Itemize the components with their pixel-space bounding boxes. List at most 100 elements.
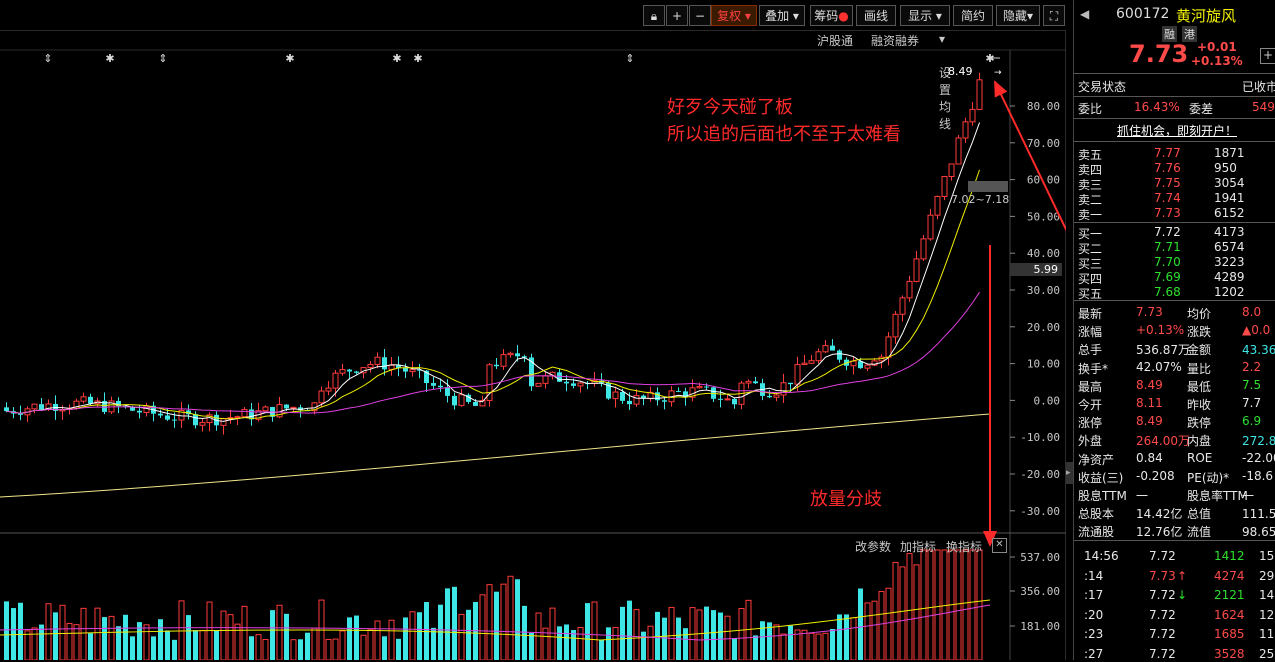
volume-bar bbox=[409, 611, 416, 660]
stat-row: 流通股 12.76亿流值 98.65亿 bbox=[1074, 523, 1275, 539]
volume-bar bbox=[199, 629, 206, 660]
candle-body bbox=[696, 386, 703, 389]
stat-label-right: 最低 bbox=[1187, 379, 1212, 394]
close-indicator-icon[interactable]: ✕ bbox=[992, 538, 1007, 553]
volume-bar bbox=[165, 630, 170, 660]
volume-bar bbox=[564, 624, 569, 660]
candle-body bbox=[724, 398, 731, 401]
ask-price: 7.77 bbox=[1154, 146, 1181, 160]
simple-button[interactable]: 简约 bbox=[953, 5, 993, 26]
display-button[interactable]: 显示 ▾ bbox=[900, 5, 950, 26]
lock-button[interactable]: 🔒︎ bbox=[643, 5, 665, 26]
y-tick-label: -20.00 bbox=[1020, 468, 1060, 481]
tick-extra: 12 bbox=[1259, 607, 1275, 622]
volume-bar bbox=[94, 607, 101, 660]
add-indicator-button[interactable]: 加指标 bbox=[900, 538, 936, 555]
stat-row: 股息TTM 一股息率TTM 一 bbox=[1074, 487, 1275, 503]
ma30-line bbox=[6, 291, 980, 414]
candle-body bbox=[18, 413, 23, 415]
candle-body bbox=[403, 368, 408, 372]
candle-body bbox=[927, 214, 934, 240]
stock-name: 黄河旋风 bbox=[1176, 7, 1237, 25]
volume-bar bbox=[837, 614, 842, 660]
volume-bar bbox=[298, 639, 303, 660]
kline-chart[interactable]: 80.0070.0060.0050.0040.0030.0020.0010.00… bbox=[0, 0, 1066, 660]
zoom-in-button[interactable]: + bbox=[666, 5, 688, 26]
candle-body bbox=[382, 357, 387, 370]
volume-bar bbox=[641, 631, 646, 660]
volume-bar bbox=[108, 615, 115, 660]
open-account-link[interactable]: 抓住机会，即刻开户！ bbox=[1117, 122, 1237, 139]
candle-body bbox=[969, 108, 976, 123]
volume-bar bbox=[920, 549, 927, 660]
stat-value-left: 8.11 bbox=[1136, 396, 1163, 410]
back-arrow-icon[interactable]: ◀ bbox=[1080, 7, 1089, 21]
stat-label-left: 总股本 bbox=[1078, 507, 1115, 522]
volume-bar bbox=[808, 632, 815, 660]
ask-row: 卖四 7.76 950 bbox=[1074, 161, 1275, 177]
candle-body bbox=[515, 353, 520, 357]
volume-bar bbox=[732, 638, 737, 660]
ma-settings-link[interactable]: 设置均线 ▾ bbox=[939, 32, 951, 131]
chips-button[interactable]: 筹码● bbox=[810, 5, 853, 26]
tick-row: :14 7.73 ↑ 4274 29 bbox=[1074, 569, 1275, 584]
volume-bar bbox=[347, 617, 352, 660]
zoom-out-button[interactable]: − bbox=[689, 5, 711, 26]
candle-body bbox=[913, 258, 920, 282]
volume-bar bbox=[522, 605, 527, 660]
display-label: 显示 bbox=[908, 9, 933, 23]
chips-label: 筹码 bbox=[814, 9, 839, 23]
candle-body bbox=[438, 385, 443, 388]
candle-body bbox=[773, 394, 780, 398]
volume-bar bbox=[668, 606, 675, 660]
stat-value-right: 2.2 bbox=[1242, 359, 1262, 374]
candle-body bbox=[753, 381, 758, 384]
overlay-button[interactable]: 叠加 ▾ bbox=[759, 5, 805, 26]
ask-price: 7.75 bbox=[1154, 176, 1181, 190]
volume-bar bbox=[276, 604, 283, 660]
candle-body bbox=[577, 382, 584, 387]
volume-bar bbox=[186, 615, 191, 660]
volume-bar bbox=[452, 586, 457, 660]
margin-link[interactable]: 融资融券 bbox=[871, 32, 919, 49]
volume-bar bbox=[620, 606, 625, 660]
stat-label-right: 昨收 bbox=[1187, 398, 1212, 412]
volume-bar bbox=[753, 635, 758, 660]
bid-price: 7.71 bbox=[1154, 240, 1181, 254]
candle-body bbox=[220, 418, 227, 426]
candle-body bbox=[374, 356, 381, 365]
volume-bar bbox=[158, 619, 163, 660]
draw-line-button[interactable]: 画线 bbox=[856, 5, 896, 26]
candle-body bbox=[837, 350, 842, 360]
fullscreen-icon[interactable]: ⛶ bbox=[1043, 5, 1065, 26]
volume-bar bbox=[871, 600, 878, 660]
tick-time: :20 bbox=[1084, 607, 1104, 622]
event-marker-icon: ⇕ bbox=[43, 52, 52, 65]
weicha-label: 委差 bbox=[1189, 102, 1214, 116]
change-indicator-button[interactable]: 换指标 bbox=[946, 538, 982, 555]
candle-body bbox=[241, 408, 248, 418]
bid-volume: 4289 bbox=[1214, 270, 1245, 284]
candle-body bbox=[934, 195, 941, 216]
add-watchlist-icon[interactable]: + bbox=[1260, 48, 1275, 64]
volume-bar bbox=[431, 627, 436, 660]
collapse-panel-icon[interactable]: ▸ bbox=[1066, 462, 1073, 484]
y-tick-label: 10.00 bbox=[1027, 358, 1060, 371]
volume-bar bbox=[53, 612, 58, 660]
edit-params-button[interactable]: 改参数 bbox=[855, 538, 891, 555]
ask-volume: 3054 bbox=[1214, 176, 1245, 190]
hk-connect-link[interactable]: 沪股通 bbox=[817, 32, 853, 49]
hide-button[interactable]: 隐藏▾ bbox=[996, 5, 1040, 26]
volume-bar bbox=[724, 615, 731, 660]
candle-body bbox=[906, 280, 913, 299]
candle-body bbox=[822, 345, 829, 353]
stat-row: 最新 7.73 均价 8.0 bbox=[1074, 305, 1275, 321]
tick-row: 14:56 7.72 1412 15 bbox=[1074, 549, 1275, 564]
volume-bar bbox=[599, 639, 604, 660]
fuquan-button[interactable]: 复权 ▾ bbox=[711, 5, 757, 26]
y-tick-label: 50.00 bbox=[1027, 210, 1060, 223]
ask-volume: 1941 bbox=[1214, 191, 1245, 205]
chart-toolbar: 🔒︎ + − 复权 ▾ 叠加 ▾ 筹码● 画线 显示 ▾ 简约 隐藏▾ ⛶ bbox=[0, 0, 1066, 31]
volume-bar bbox=[123, 614, 128, 660]
ask-price: 7.73 bbox=[1154, 206, 1181, 220]
